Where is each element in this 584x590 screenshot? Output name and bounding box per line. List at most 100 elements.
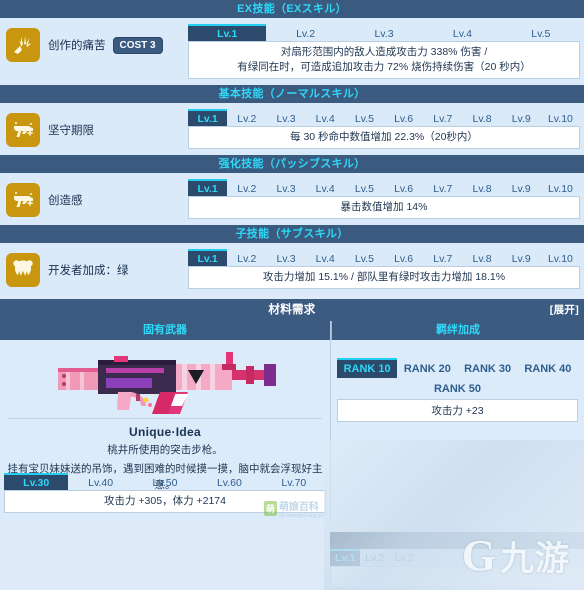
section-banner-normal-label: 基本技能（ノーマルスキル） bbox=[218, 88, 366, 100]
bond-rank-tab[interactable]: RANK 20 bbox=[397, 358, 457, 378]
section-banner-materials[interactable]: 材料需求 [展开] bbox=[0, 299, 584, 321]
sub-level-tab[interactable]: Lv.8 bbox=[462, 249, 501, 266]
ex-level-tab[interactable]: Lv.4 bbox=[423, 24, 501, 41]
moegirl-badge: 萌 bbox=[263, 501, 277, 516]
passive-level-tab[interactable]: Lv.1 bbox=[188, 179, 228, 196]
sub-level-tab[interactable]: Lv.10 bbox=[541, 249, 580, 266]
bond-column: 羁绊加成 RANK 10 RANK 20 RANK 30 RANK 40 RAN… bbox=[330, 321, 584, 521]
skill-ex-cost-badge: COST 3 bbox=[112, 36, 163, 54]
normal-level-tab[interactable]: Lv.7 bbox=[423, 109, 462, 126]
section-banner-passive-label: 强化技能（パッシブスキル） bbox=[218, 158, 366, 170]
skill-sub-name: 开发者加成：绿 bbox=[48, 265, 129, 277]
normal-level-tab[interactable]: Lv.10 bbox=[541, 109, 580, 126]
normal-level-tab[interactable]: Lv.9 bbox=[502, 109, 541, 126]
weapon-level-tabs: Lv.30 Lv.40 Lv.50 Lv.60 Lv.70 bbox=[4, 473, 326, 490]
passive-level-tab[interactable]: Lv.7 bbox=[423, 179, 462, 196]
normal-level-tab[interactable]: Lv.8 bbox=[462, 109, 501, 126]
passive-level-tab[interactable]: Lv.2 bbox=[227, 179, 266, 196]
skill-sub-identity: 开发者加成：绿 bbox=[6, 249, 188, 287]
ex-level-tab[interactable]: Lv.3 bbox=[345, 24, 423, 41]
section-banner-materials-label: 材料需求 bbox=[268, 304, 316, 316]
skill-passive-identity: 创造感 bbox=[6, 179, 188, 217]
skill-passive-name: 创造感 bbox=[48, 195, 83, 207]
passive-level-tab[interactable]: Lv.4 bbox=[306, 179, 345, 196]
bond-rank-tab[interactable]: RANK 40 bbox=[518, 358, 578, 378]
skill-ex-name: 创作的痛苦 bbox=[48, 40, 106, 52]
sub-level-tab[interactable]: Lv.6 bbox=[384, 249, 423, 266]
sub-skill-description: 攻击力增加 15.1% / 部队里有绿时攻击力增加 18.1% bbox=[188, 266, 580, 289]
weapon-column: 固有武器 Unique·Idea 桃井所使用的突击步枪。 挂有宝贝妹妹送的吊饰，… bbox=[0, 321, 330, 521]
skill-passive-levels: Lv.1 Lv.2 Lv.3 Lv.4 Lv.5 Lv.6 Lv.7 Lv.8 … bbox=[188, 179, 580, 219]
ex-level-tab[interactable]: Lv.5 bbox=[502, 24, 580, 41]
skill-sub-levels: Lv.1 Lv.2 Lv.3 Lv.4 Lv.5 Lv.6 Lv.7 Lv.8 … bbox=[188, 249, 580, 289]
weapon-art-container bbox=[0, 340, 330, 416]
passive-level-tabs: Lv.1 Lv.2 Lv.3 Lv.4 Lv.5 Lv.6 Lv.7 Lv.8 … bbox=[188, 179, 580, 196]
normal-level-tab[interactable]: Lv.4 bbox=[306, 109, 345, 126]
sub-level-tab[interactable]: Lv.2 bbox=[227, 249, 266, 266]
pistol-icon bbox=[6, 183, 40, 217]
pistol-icon bbox=[6, 113, 40, 147]
ex-level-tabs: Lv.1 Lv.2 Lv.3 Lv.4 Lv.5 bbox=[188, 24, 580, 41]
bottom-partial-tab[interactable]: Lv.3 bbox=[389, 549, 418, 566]
passive-level-tab[interactable]: Lv.3 bbox=[266, 179, 305, 196]
jiuyou-watermark: G 九游 bbox=[462, 531, 570, 580]
passive-level-tab[interactable]: Lv.6 bbox=[384, 179, 423, 196]
bottom-partial-tab[interactable]: Lv.1 bbox=[330, 549, 361, 566]
normal-level-tabs: Lv.1 Lv.2 Lv.3 Lv.4 Lv.5 Lv.6 Lv.7 Lv.8 … bbox=[188, 109, 580, 126]
weapon-level-tab[interactable]: Lv.50 bbox=[133, 473, 197, 490]
jiuyou-text: 九游 bbox=[500, 540, 570, 578]
skill-row-ex: 创作的痛苦 COST 3 Lv.1 Lv.2 Lv.3 Lv.4 Lv.5 对扇… bbox=[0, 18, 584, 85]
sub-level-tab[interactable]: Lv.4 bbox=[306, 249, 345, 266]
normal-level-tab[interactable]: Lv.1 bbox=[188, 109, 228, 126]
sub-level-tabs: Lv.1 Lv.2 Lv.3 Lv.4 Lv.5 Lv.6 Lv.7 Lv.8 … bbox=[188, 249, 580, 266]
ex-level-tab[interactable]: Lv.2 bbox=[266, 24, 344, 41]
normal-level-tab[interactable]: Lv.5 bbox=[345, 109, 384, 126]
normal-level-tab[interactable]: Lv.6 bbox=[384, 109, 423, 126]
weapon-level-tab[interactable]: Lv.70 bbox=[262, 473, 326, 490]
passive-level-tab[interactable]: Lv.9 bbox=[502, 179, 541, 196]
bear-head-icon bbox=[6, 253, 40, 287]
section-banner-ex-label: EX技能（EXスキル） bbox=[237, 3, 347, 15]
ex-desc-line-2: 有绿同在时，可造成追加攻击力 72% 烧伤持续伤害（20 秒内） bbox=[237, 61, 531, 73]
weapon-column-header: 固有武器 bbox=[0, 321, 330, 340]
passive-level-tab[interactable]: Lv.8 bbox=[462, 179, 501, 196]
passive-level-tab[interactable]: Lv.10 bbox=[541, 179, 580, 196]
ex-level-tab[interactable]: Lv.1 bbox=[188, 24, 267, 41]
moegirl-title: 萌娘百科 bbox=[278, 502, 319, 513]
bond-rank-tab[interactable]: RANK 30 bbox=[458, 358, 518, 378]
skill-detail-page: EX技能（EXスキル） 创作的痛苦 COST 3 Lv.1 Lv.2 Lv.3 … bbox=[0, 0, 584, 590]
skill-row-passive: 创造感 Lv.1 Lv.2 Lv.3 Lv.4 Lv.5 Lv.6 Lv.7 L… bbox=[0, 173, 584, 225]
pink-assault-rifle-icon bbox=[58, 352, 276, 414]
normal-level-tab[interactable]: Lv.2 bbox=[227, 109, 266, 126]
sub-level-tab[interactable]: Lv.3 bbox=[266, 249, 305, 266]
weapon-level-tab[interactable]: Lv.30 bbox=[4, 473, 69, 490]
bottom-partial-tab[interactable]: Lv.2 bbox=[360, 549, 389, 566]
weapon-level-tab[interactable]: Lv.40 bbox=[68, 473, 132, 490]
section-banner-ex: EX技能（EXスキル） bbox=[0, 0, 584, 18]
bond-rank-tabs-row-2: RANK 50 bbox=[337, 378, 578, 398]
moegirl-text: 萌娘百科 zh.moegirl.org.cn bbox=[279, 498, 324, 519]
sub-level-tab[interactable]: Lv.9 bbox=[502, 249, 541, 266]
section-banner-passive: 强化技能（パッシブスキル） bbox=[0, 155, 584, 173]
section-banner-normal: 基本技能（ノーマルスキル） bbox=[0, 85, 584, 103]
bond-rank-tab[interactable]: RANK 10 bbox=[337, 358, 398, 378]
weapon-divider bbox=[8, 418, 322, 419]
skill-normal-identity: 坚守期限 bbox=[6, 109, 188, 147]
sub-level-tab[interactable]: Lv.1 bbox=[188, 249, 228, 266]
normal-level-tab[interactable]: Lv.3 bbox=[266, 109, 305, 126]
bond-column-header: 羁绊加成 bbox=[331, 321, 584, 340]
materials-expand-toggle[interactable]: [展开] bbox=[550, 299, 579, 321]
bond-rank-section: RANK 10 RANK 20 RANK 30 RANK 40 RANK 50 … bbox=[331, 340, 584, 422]
sub-level-tab[interactable]: Lv.5 bbox=[345, 249, 384, 266]
normal-skill-description: 每 30 秒命中数值增加 22.3%（20秒内） bbox=[188, 126, 580, 149]
passive-level-tab[interactable]: Lv.5 bbox=[345, 179, 384, 196]
section-banner-sub-label: 子技能（サブスキル） bbox=[235, 228, 349, 240]
bond-stat-description: 攻击力 +23 bbox=[337, 399, 578, 422]
ex-skill-description: 对扇形范围内的敌人造成攻击力 338% 伤害 / 有绿同在时，可造成追加攻击力 … bbox=[188, 41, 580, 79]
sub-level-tab[interactable]: Lv.7 bbox=[423, 249, 462, 266]
bond-rank-tabs-row-1: RANK 10 RANK 20 RANK 30 RANK 40 bbox=[337, 358, 578, 378]
weapon-level-tab[interactable]: Lv.60 bbox=[197, 473, 261, 490]
weapon-bond-columns: 固有武器 Unique·Idea 桃井所使用的突击步枪。 挂有宝贝妹妹送的吊饰，… bbox=[0, 321, 584, 521]
bond-rank-tab[interactable]: RANK 50 bbox=[426, 378, 489, 398]
skill-normal-levels: Lv.1 Lv.2 Lv.3 Lv.4 Lv.5 Lv.6 Lv.7 Lv.8 … bbox=[188, 109, 580, 149]
